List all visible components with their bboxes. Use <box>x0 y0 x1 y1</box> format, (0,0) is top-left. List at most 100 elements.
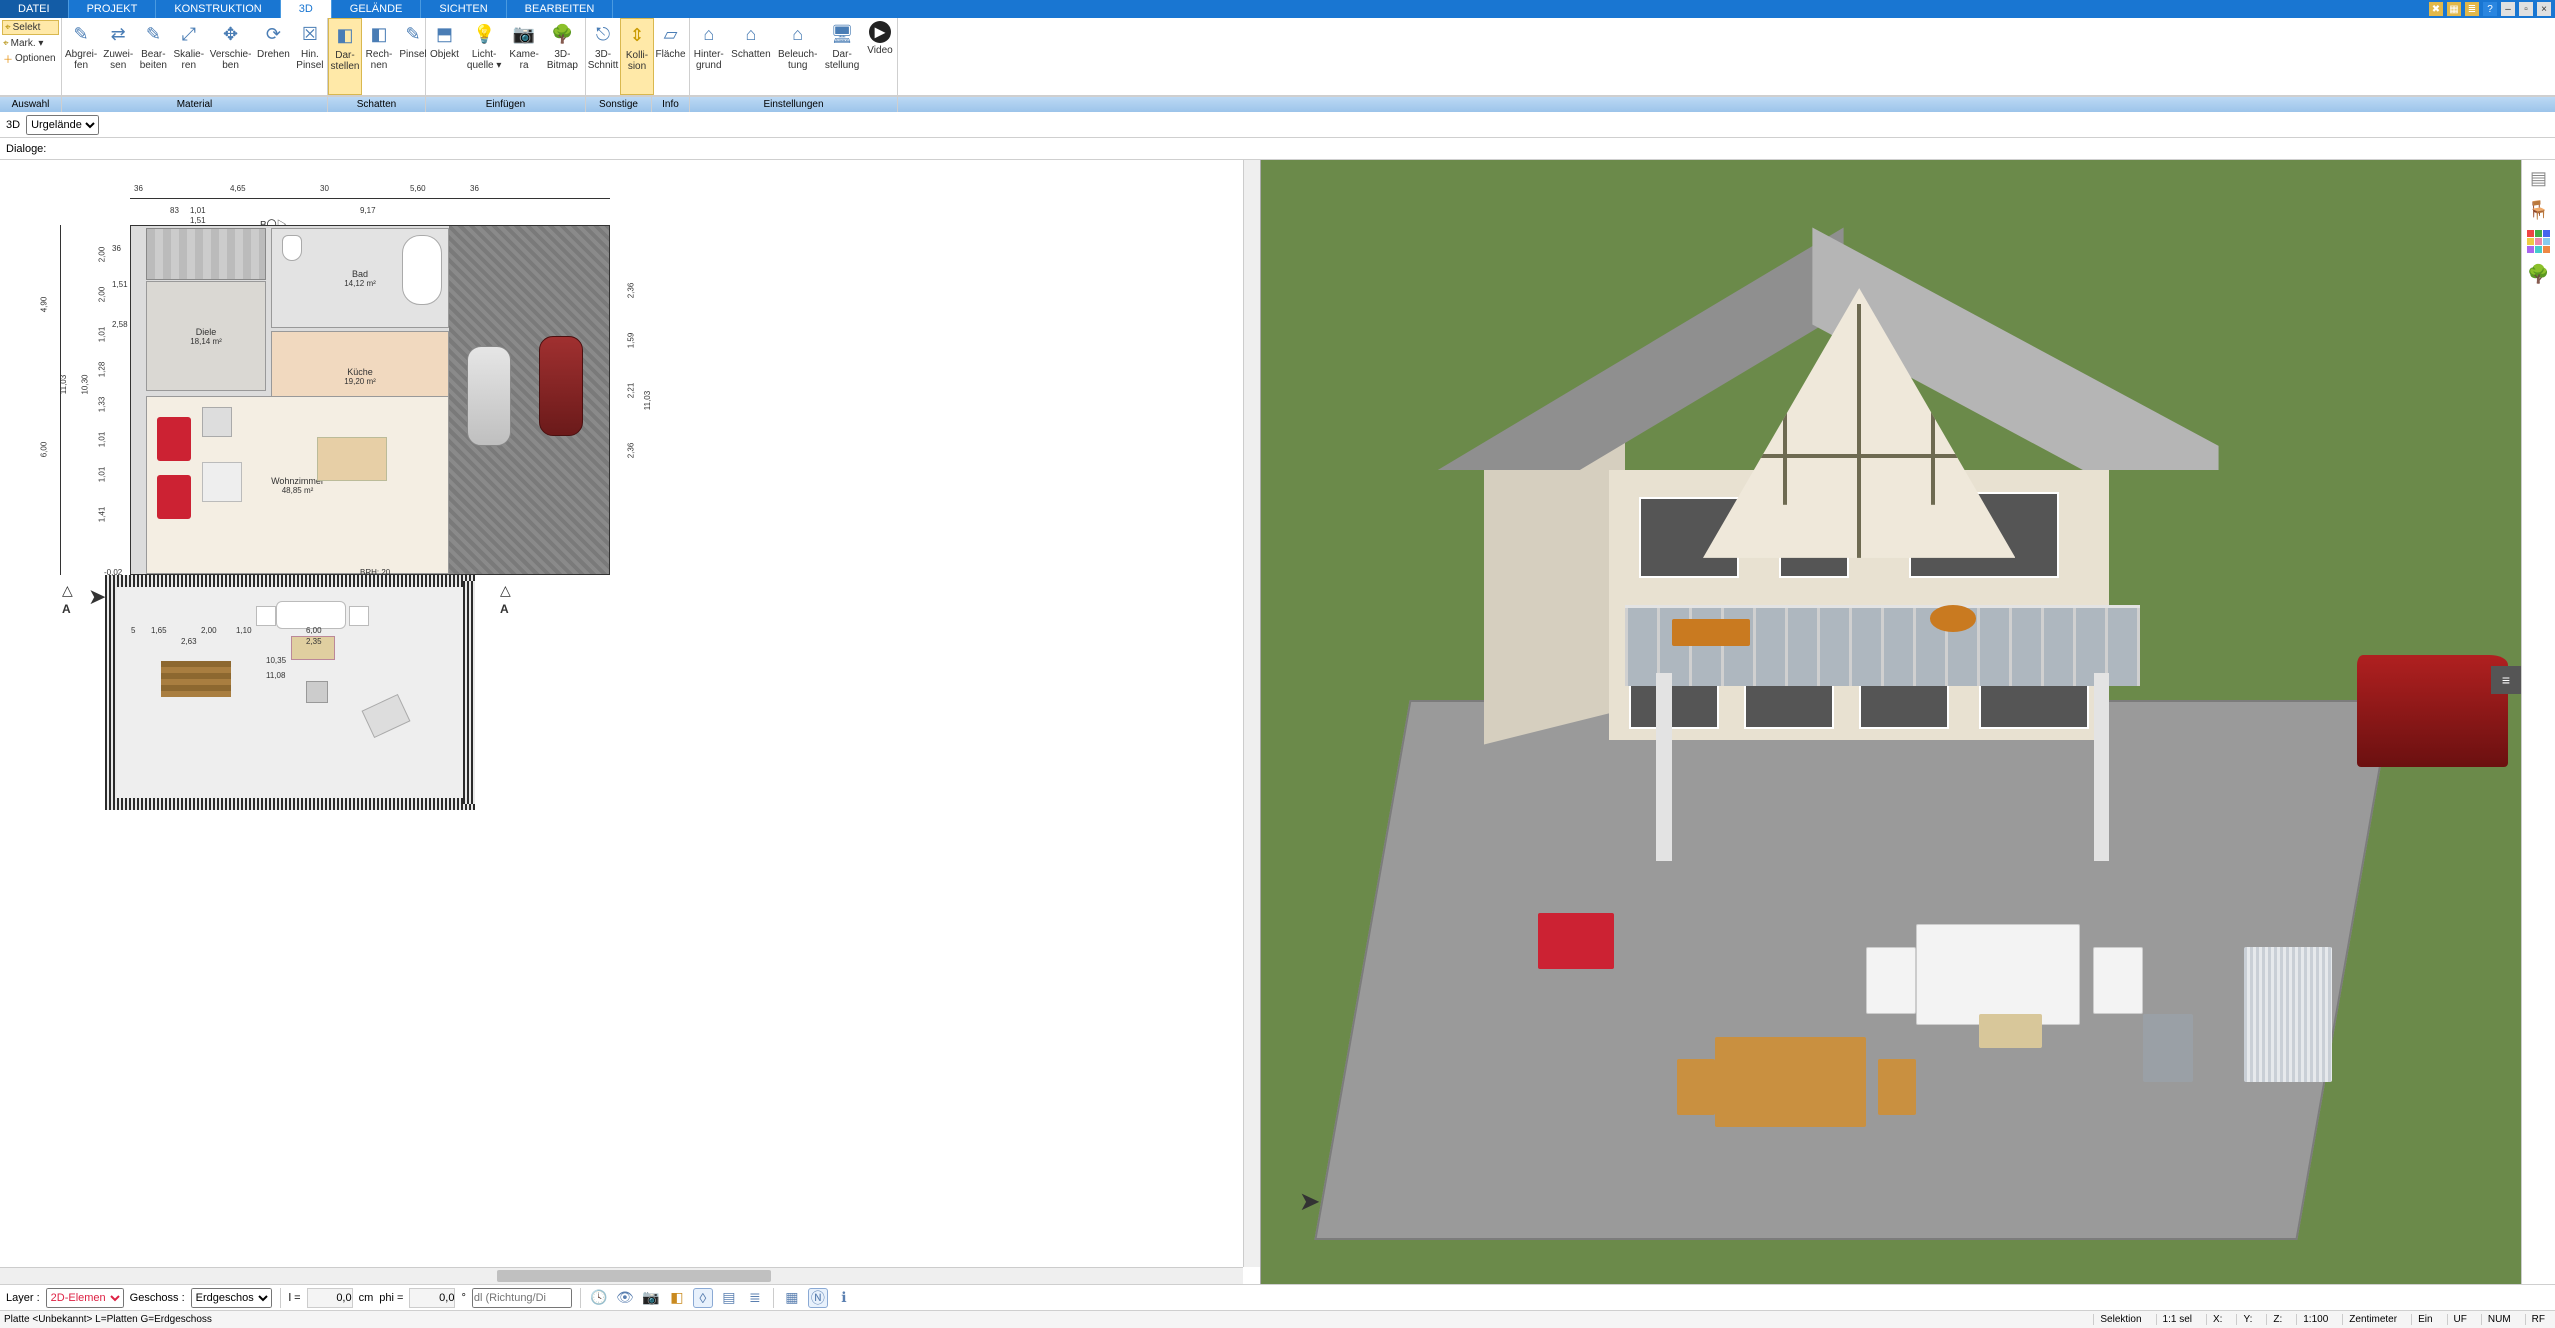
kollision-button[interactable]: ⇕Kolli- sion <box>620 18 654 95</box>
chair-object-icon[interactable]: 🪑 <box>2527 198 2551 222</box>
group-label-auswahl: Auswahl <box>0 97 62 112</box>
abgreifen-button[interactable]: ✎Abgrei- fen <box>62 18 100 95</box>
layers-icon2[interactable]: ▤ <box>719 1288 739 1308</box>
ribbon-group-material: ✎Abgrei- fen ⇄Zuwei- sen ✎Bear- beiten ⤢… <box>62 18 328 95</box>
object-icon: ⬒ <box>430 21 458 47</box>
3d-scene[interactable]: ➤ <box>1261 160 2521 1284</box>
info-icon[interactable]: ℹ <box>834 1288 854 1308</box>
drehen-button[interactable]: ⟳Drehen <box>254 18 293 95</box>
e-darstellung-button[interactable]: 🖥Dar- stellung <box>821 18 863 95</box>
box-icon[interactable]: ▦ <box>2447 2 2461 16</box>
area-icon: ▱ <box>657 21 685 47</box>
mark-icon: ⌖ <box>3 38 9 49</box>
fp-vscroll[interactable] <box>1243 160 1260 1267</box>
3d-pane[interactable]: ➤ ≡ <box>1261 160 2521 1284</box>
clock-icon[interactable]: 🕓 <box>589 1288 609 1308</box>
layer-label: Layer : <box>6 1292 40 1304</box>
darstellen-button[interactable]: ◧Dar- stellen <box>328 18 362 95</box>
dim-left-a: 4,90 <box>39 297 48 313</box>
3d-grill <box>2143 1014 2193 1081</box>
beleuchtung-button[interactable]: ⌂Beleuch- tung <box>774 18 821 95</box>
fp-terrace: 1,65 2,00 2,63 1,10 6,00 2,35 10,35 11,0… <box>110 580 470 805</box>
menu-datei[interactable]: DATEI <box>0 0 69 18</box>
window-restore[interactable]: ▫ <box>2519 2 2533 16</box>
group-label-material: Material <box>62 97 328 112</box>
lichtquelle-button[interactable]: 💡Licht- quelle ▾ <box>463 18 506 95</box>
window-close[interactable]: × <box>2537 2 2551 16</box>
3d-cursor-icon: ➤ <box>1299 1186 1321 1217</box>
dialoge-label: Dialoge: <box>6 143 46 155</box>
color-palette-icon[interactable] <box>2527 230 2551 254</box>
dim-left-c: 6,00 <box>39 442 48 458</box>
rotate-icon: ⟳ <box>259 21 287 47</box>
skalieren-button[interactable]: ⤢Skalie- ren <box>170 18 207 95</box>
terrain-select[interactable]: Urgelände <box>26 115 99 135</box>
e-schatten-button[interactable]: ⌂Schatten <box>728 18 775 95</box>
stack-icon[interactable]: ≣ <box>2465 2 2479 16</box>
verschieben-button[interactable]: ✥Verschie- ben <box>207 18 254 95</box>
editstack-icon[interactable]: ≣ <box>745 1288 765 1308</box>
hinpinsel-button[interactable]: ☒Hin. Pinsel <box>293 18 327 95</box>
geschoss-select[interactable]: Erdgeschos <box>191 1288 272 1308</box>
layers-icon[interactable]: ▤ <box>2527 166 2551 190</box>
menu-projekt[interactable]: PROJEKT <box>69 0 157 18</box>
selekt-button[interactable]: ⌖Selekt <box>2 20 59 35</box>
outdoor-sofa-icon <box>276 601 346 629</box>
kamera-button[interactable]: 📷Kame- ra <box>505 18 542 95</box>
fp-hscroll[interactable] <box>0 1267 1243 1284</box>
3d-bitmap-button[interactable]: 🌳3D- Bitmap <box>543 18 582 95</box>
north-button[interactable]: Ⓝ <box>808 1288 828 1308</box>
ribbon-group-info: ▱Fläche <box>652 18 690 95</box>
ribbon-group-einstellungen: ⌂Hinter- grund ⌂Schatten ⌂Beleuch- tung … <box>690 18 898 95</box>
dl-input[interactable] <box>472 1288 572 1308</box>
outdoor-chair2-icon <box>349 606 369 626</box>
mode-label: 3D <box>6 119 20 131</box>
brush-icon: ☒ <box>296 21 324 47</box>
hintergrund-button[interactable]: ⌂Hinter- grund <box>690 18 728 95</box>
dim-top-outer: 9,17 <box>360 206 376 215</box>
tv-icon <box>202 407 232 437</box>
l-input[interactable] <box>307 1288 353 1308</box>
help-icon[interactable]: ? <box>2483 2 2497 16</box>
dim-top-left: 4,65 <box>230 184 246 193</box>
bearbeiten-button[interactable]: ✎Bear- beiten <box>136 18 170 95</box>
zuweisen-button[interactable]: ⇄Zuwei- sen <box>100 18 136 95</box>
cube-icon2[interactable]: ◧ <box>667 1288 687 1308</box>
rechnen-button[interactable]: ◧Rech- nen <box>362 18 396 95</box>
status-selektion: Selektion <box>2093 1314 2147 1325</box>
video-button[interactable]: ►Video <box>863 18 897 95</box>
tree-icon: 🌳 <box>548 21 576 47</box>
surface-icon[interactable]: ◊ <box>693 1288 713 1308</box>
dialoge-bar: Dialoge: <box>0 138 2555 160</box>
menu-konstruktion[interactable]: KONSTRUKTION <box>156 0 280 18</box>
right-panel-handle[interactable]: ≡ <box>2491 666 2521 694</box>
optionen-button[interactable]: ＋Optionen <box>0 50 61 67</box>
objekt-button[interactable]: ⬒Objekt <box>426 18 463 95</box>
schatten-pinsel-button[interactable]: ✎Pinsel <box>396 18 430 95</box>
layer-select[interactable]: 2D-Elemen <box>46 1288 124 1308</box>
section-tri-left: △ <box>62 582 73 599</box>
3d-schnitt-button[interactable]: ⎋3D- Schnitt <box>586 18 620 95</box>
window-minimize[interactable]: – <box>2501 2 2515 16</box>
section-a-left: A <box>62 602 71 616</box>
menu-sichten[interactable]: SICHTEN <box>421 0 506 18</box>
3d-chair1 <box>1677 1059 1715 1115</box>
menu-3d[interactable]: 3D <box>281 0 332 18</box>
mark-button[interactable]: ⌖Mark. ▾ <box>0 37 61 50</box>
camera-icon2[interactable]: 📷 <box>641 1288 661 1308</box>
3d-sofa <box>1916 924 2080 1025</box>
eye-icon[interactable]: 👁 <box>615 1288 635 1308</box>
tool-icon[interactable]: ✖ <box>2429 2 2443 16</box>
phi-input[interactable] <box>409 1288 455 1308</box>
flaeche-button[interactable]: ▱Fläche <box>652 18 689 95</box>
menu-bearbeiten[interactable]: BEARBEITEN <box>507 0 614 18</box>
floorplan-pane[interactable]: 4,65 5,60 9,17 36 30 36 83 1,01 1,51 4,9… <box>0 160 1261 1284</box>
status-y: Y: <box>2236 1314 2258 1325</box>
ribbon-group-labels: Auswahl Material Schatten Einfügen Sonst… <box>0 96 2555 112</box>
menu-gelaende[interactable]: GELÄNDE <box>332 0 422 18</box>
grid-icon[interactable]: ▦ <box>782 1288 802 1308</box>
3d-car-red <box>2357 655 2508 767</box>
plant-icon[interactable]: 🌳 <box>2527 262 2551 286</box>
status-scale: 1:100 <box>2296 1314 2334 1325</box>
floorplan-canvas[interactable]: 4,65 5,60 9,17 36 30 36 83 1,01 1,51 4,9… <box>30 170 1230 1254</box>
